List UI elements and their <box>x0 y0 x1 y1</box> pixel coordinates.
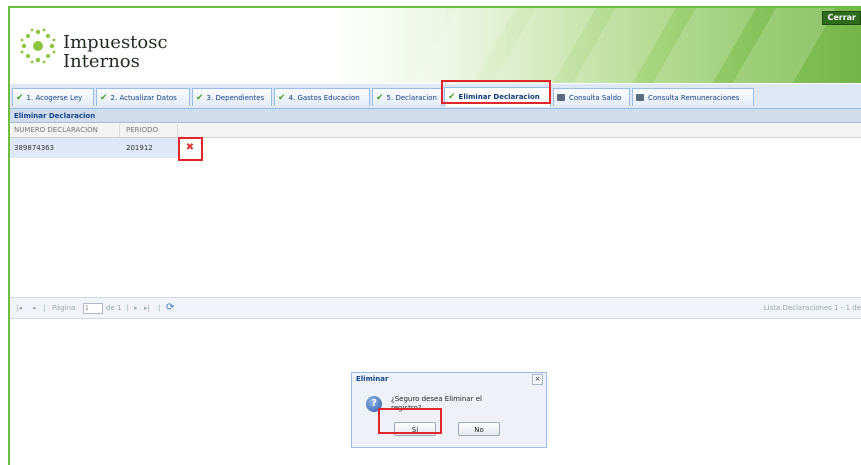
tab-bar: ✔ 1. Acogerse Ley ✔ 2. Actualizar Datos ✔ 3… <box>10 84 861 109</box>
yes-button[interactable]: Si <box>394 422 436 436</box>
page-label: Página <box>52 304 76 312</box>
brand-name: Impuestosc Internos <box>63 33 168 71</box>
column-header-periodo[interactable]: PERIODO <box>120 124 178 137</box>
tab-consulta-saldo[interactable]: Consulta Saldo <box>553 88 630 106</box>
next-page-icon[interactable]: ▸ <box>134 298 138 318</box>
pager-summary: Lista Declaraciones 1 - 1 de <box>763 304 861 312</box>
delete-x-icon[interactable]: ✖ <box>181 139 199 157</box>
tab-label: Consulta Remuneraciones <box>648 94 740 102</box>
tab-label: 5. Declaracion <box>386 94 437 102</box>
pager-separator: | <box>158 304 161 312</box>
header-banner: Impuestosc Internos Cerrar <box>10 8 861 83</box>
tab-acogerse-ley[interactable]: ✔ 1. Acogerse Ley <box>12 88 94 106</box>
dialog-message: ¿Seguro desea Eliminar el registro? <box>391 395 482 412</box>
cell-numero-declaracion: 389874363 <box>14 144 55 152</box>
tab-declaracion[interactable]: ✔ 5. Declaracion <box>372 88 442 106</box>
tab-label: 1. Acogerse Ley <box>26 94 83 102</box>
confirm-dialog: Eliminar × ? ¿Seguro desea Eliminar el r… <box>351 372 547 448</box>
page-number-input[interactable]: 1 <box>83 303 103 314</box>
no-button[interactable]: No <box>458 422 500 436</box>
dialog-title: Eliminar <box>356 375 389 383</box>
tab-label: 2. Actualizar Datos <box>110 94 177 102</box>
app-frame: Impuestosc Internos Cerrar ✔ 1. Acogerse … <box>8 6 861 465</box>
sun-logo-icon <box>20 28 56 64</box>
tab-dependientes[interactable]: ✔ 3. Dependientes <box>192 88 272 106</box>
brand-line-1: Impuestosc <box>63 32 168 53</box>
check-icon: ✔ <box>16 93 24 103</box>
dialog-title-bar: Eliminar × <box>352 373 546 385</box>
check-icon: ✔ <box>376 93 384 103</box>
tab-label: Consulta Saldo <box>569 94 622 102</box>
question-icon: ? <box>366 396 382 412</box>
check-icon: ✔ <box>278 93 286 103</box>
check-icon: ✔ <box>196 93 204 103</box>
check-icon: ✔ <box>100 93 108 103</box>
page-count-label: de 1 <box>106 304 122 312</box>
refresh-icon[interactable]: ⟳ <box>166 298 174 318</box>
tab-consulta-remuneraciones[interactable]: Consulta Remuneraciones <box>632 88 754 106</box>
panel-title: Eliminar Declaracion <box>10 109 861 123</box>
table-row[interactable]: 389874363 201912 <box>10 138 180 158</box>
building-icon <box>557 93 565 101</box>
tab-gastos-educacion[interactable]: ✔ 4. Gastos Educacion <box>274 88 370 106</box>
prev-page-icon[interactable]: ◂ <box>32 298 36 318</box>
tab-label: 3. Dependientes <box>206 94 265 102</box>
close-session-button[interactable]: Cerrar <box>822 11 861 25</box>
dialog-close-icon[interactable]: × <box>532 374 543 385</box>
pager-separator: | <box>126 304 129 312</box>
tab-actualizar-datos[interactable]: ✔ 2. Actualizar Datos <box>96 88 190 106</box>
pager-separator: | <box>43 304 46 312</box>
tab-eliminar-declaracion[interactable]: ✔ Eliminar Declaracion <box>444 87 551 107</box>
first-page-icon[interactable]: |◂ <box>16 298 22 318</box>
building-icon <box>636 93 644 101</box>
tab-label: 4. Gastos Educacion <box>288 94 360 102</box>
tab-label: Eliminar Declaracion <box>458 93 540 101</box>
last-page-icon[interactable]: ▸| <box>144 298 150 318</box>
pagination-toolbar: |◂ ◂ | Página 1 de 1 | ▸ ▸| | ⟳ Lista De… <box>10 297 861 319</box>
cell-periodo: 201912 <box>126 144 153 152</box>
column-header-numero[interactable]: NUMERO DECLARACION <box>10 124 120 137</box>
brand-line-2: Internos <box>63 51 140 72</box>
check-icon: ✔ <box>448 92 456 102</box>
grid-header: NUMERO DECLARACION PERIODO <box>10 124 861 138</box>
